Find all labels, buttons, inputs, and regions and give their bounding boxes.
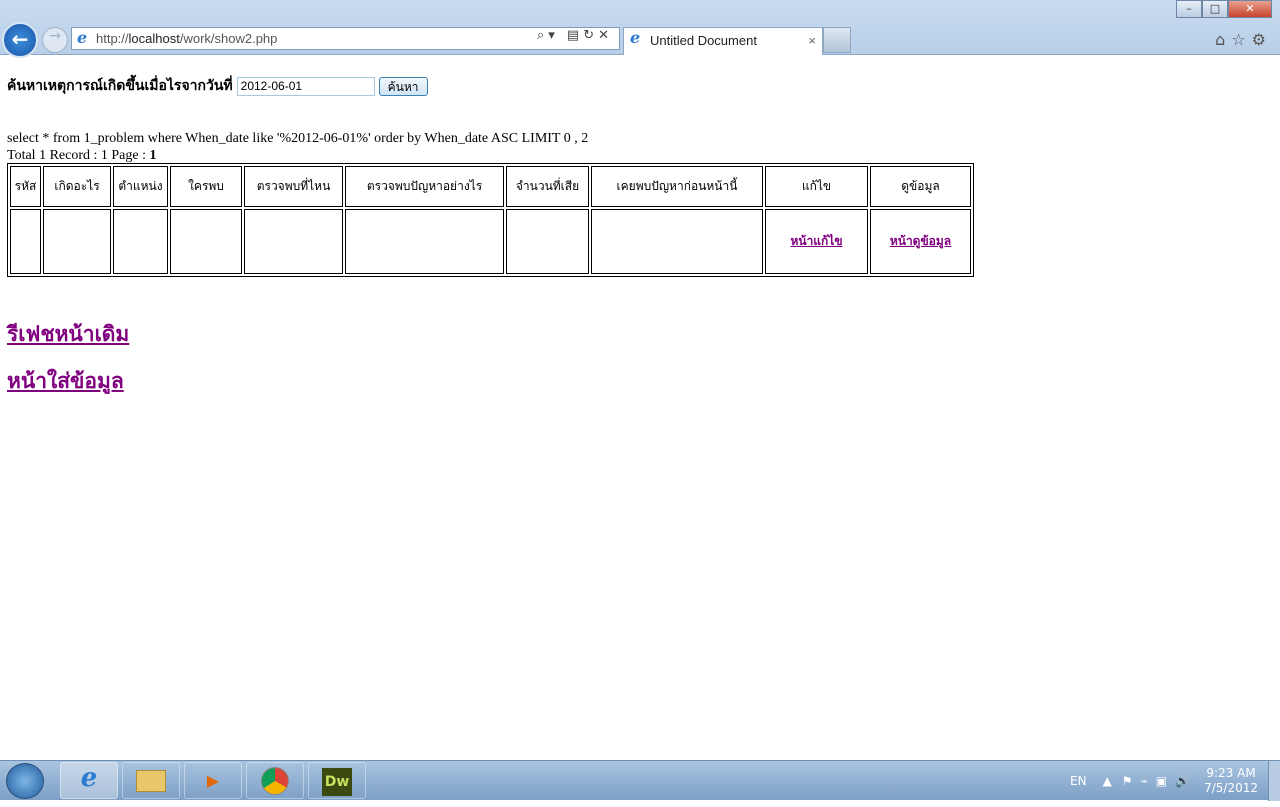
sql-query-text: select * from 1_problem where When_date …	[7, 130, 588, 164]
address-tools[interactable]: ⌕▾ ▤↻✕	[537, 28, 613, 43]
close-tab-icon[interactable]: ×	[808, 28, 816, 54]
volume-icon[interactable]: 🔊	[1175, 774, 1190, 788]
taskbar-dreamweaver[interactable]: Dw	[308, 762, 366, 799]
date: 7/5/2012	[1204, 781, 1258, 795]
search-label: ค้นหาเหตุการณ์เกิดขึ้นเมื่อไรจากวันที่	[7, 78, 233, 94]
show-hidden-icons[interactable]: ▲	[1103, 774, 1112, 788]
page-content: ค้นหาเหตุการณ์เกิดขึ้นเมื่อไรจากวันที่ ค…	[0, 56, 1280, 760]
cell	[43, 209, 111, 274]
show-desktop-button[interactable]	[1268, 761, 1280, 801]
taskbar: e ▶ Dw EN ▲ ⚑ ⌁ ▣ 🔊 9:23 AM 7/5/2012	[0, 760, 1280, 801]
taskbar-media-player[interactable]: ▶	[184, 762, 242, 799]
maximize-button[interactable]: □	[1202, 0, 1228, 18]
start-button[interactable]	[6, 763, 44, 799]
new-tab-button[interactable]	[823, 27, 851, 53]
address-bar[interactable]: e http://localhost/work/show2.php ⌕▾ ▤↻✕	[71, 27, 620, 50]
cell-view: หน้าดูข้อมูล	[870, 209, 971, 274]
tab-untitled-document[interactable]: e Untitled Document ×	[623, 27, 823, 55]
tab-title: Untitled Document	[650, 33, 757, 48]
folder-icon	[136, 770, 166, 792]
cell	[345, 209, 504, 274]
close-window-button[interactable]: ✕	[1228, 0, 1272, 18]
cell-edit: หน้าแก้ไข	[765, 209, 868, 274]
taskbar-chrome[interactable]	[246, 762, 304, 799]
back-button[interactable]: ←	[2, 22, 38, 58]
gear-icon[interactable]: ⚙	[1252, 30, 1272, 49]
col-position: ตำแหน่ง	[113, 166, 168, 207]
chrome-icon	[261, 767, 289, 795]
cell	[244, 209, 343, 274]
ie-icon: e	[80, 763, 98, 793]
col-how-found: ตรวจพบปัญหาอย่างไร	[345, 166, 504, 207]
url-path: /work/show2.php	[179, 31, 278, 46]
col-where-found: ตรวจพบที่ไหน	[244, 166, 343, 207]
dreamweaver-icon: Dw	[322, 768, 352, 796]
media-player-icon: ▶	[206, 771, 220, 790]
cell	[10, 209, 41, 274]
clock[interactable]: 9:23 AM 7/5/2012	[1204, 766, 1258, 796]
language-indicator[interactable]: EN	[1070, 774, 1087, 788]
page-number: 1	[149, 148, 157, 163]
insert-data-link[interactable]: หน้าใส่ข้อมูล	[7, 365, 124, 398]
date-input[interactable]	[236, 76, 375, 96]
search-form: ค้นหาเหตุการณ์เกิดขึ้นเมื่อไรจากวันที่ ค…	[7, 75, 428, 97]
col-id: รหัส	[10, 166, 41, 207]
refresh-link[interactable]: รีเฟชหน้าเดิม	[7, 318, 129, 351]
view-link[interactable]: หน้าดูข้อมูล	[890, 234, 951, 248]
sql-query: select * from 1_problem where When_date …	[7, 131, 589, 146]
search-button[interactable]: ค้นหา	[378, 76, 428, 96]
url-scheme: http://	[96, 31, 129, 46]
col-what: เกิดอะไร	[43, 166, 111, 207]
action-center-flag-icon[interactable]: ⚑	[1122, 774, 1133, 788]
summary-text: Total 1 Record : 1 Page :	[7, 148, 150, 163]
minimize-button[interactable]: –	[1176, 0, 1202, 18]
home-icon[interactable]: ⌂	[1215, 30, 1231, 49]
network-icon[interactable]: ▣	[1156, 774, 1167, 788]
system-tray: EN ▲ ⚑ ⌁ ▣ 🔊 9:23 AM 7/5/2012	[1070, 761, 1258, 801]
time: 9:23 AM	[1206, 766, 1256, 780]
url-host: localhost	[128, 31, 180, 46]
taskbar-ie[interactable]: e	[60, 762, 118, 799]
taskbar-explorer[interactable]	[122, 762, 180, 799]
edit-link[interactable]: หน้าแก้ไข	[790, 234, 842, 248]
record-summary: Total 1 Record : 1 Page : 1	[7, 147, 588, 164]
cell	[170, 209, 242, 274]
window-controls: – □ ✕	[1176, 0, 1272, 18]
cell	[113, 209, 168, 274]
table-header-row: รหัส เกิดอะไร ตำแหน่ง ใครพบ ตรวจพบที่ไหน…	[10, 166, 971, 207]
col-edit: แก้ไข	[765, 166, 868, 207]
table-row: หน้าแก้ไข หน้าดูข้อมูล	[10, 209, 971, 274]
col-view: ดูข้อมูล	[870, 166, 971, 207]
forward-button[interactable]: →	[42, 27, 68, 53]
ie-icon: e	[630, 28, 641, 47]
col-previous-problem: เคยพบปัญหาก่อนหน้านี้	[591, 166, 763, 207]
cell	[506, 209, 589, 274]
browser-chrome: – □ ✕ ← → e http://localhost/work/show2.…	[0, 0, 1280, 58]
results-table: รหัส เกิดอะไร ตำแหน่ง ใครพบ ตรวจพบที่ไหน…	[7, 163, 974, 277]
favorites-star-icon[interactable]: ☆	[1231, 30, 1251, 49]
power-icon[interactable]: ⌁	[1141, 774, 1148, 788]
ie-icon: e	[77, 28, 88, 47]
cell	[591, 209, 763, 274]
col-damaged-qty: จำนวนที่เสีย	[506, 166, 589, 207]
col-who-found: ใครพบ	[170, 166, 242, 207]
